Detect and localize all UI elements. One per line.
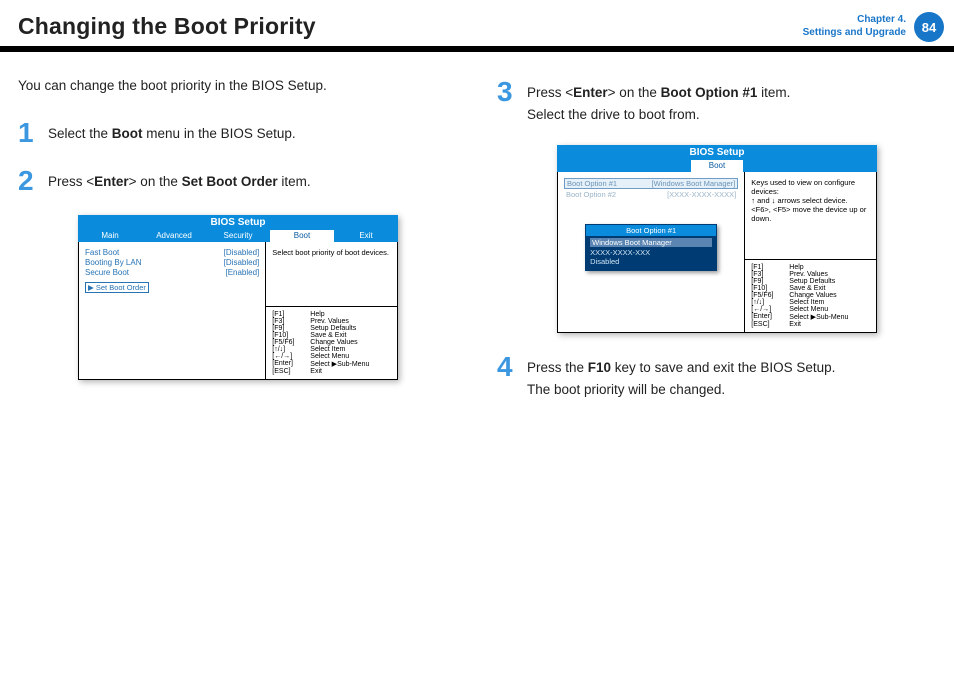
step-3-line2: Select the drive to boot from. (527, 104, 790, 126)
left-column: You can change the boot priority in the … (18, 78, 457, 420)
tab-advanced[interactable]: Advanced (142, 230, 206, 242)
step-1: 1 Select the Boot menu in the BIOS Setup… (18, 119, 457, 147)
intro-text: You can change the boot priority in the … (18, 78, 457, 93)
tab-security[interactable]: Security (206, 230, 270, 242)
bios-title: BIOS Setup (78, 215, 398, 230)
step-number: 1 (18, 119, 38, 147)
page-title: Changing the Boot Priority (18, 13, 316, 40)
set-boot-order-item[interactable]: ▶ Set Boot Order (85, 282, 149, 293)
page-header: Changing the Boot Priority Chapter 4. Se… (0, 0, 954, 52)
content: You can change the boot priority in the … (0, 56, 954, 420)
boot-option-1-row[interactable]: Boot Option #1[Windows Boot Manager] (564, 178, 738, 189)
step-body: Press <Enter> on the Set Boot Order item… (48, 167, 311, 195)
bios-row-fastboot[interactable]: Fast Boot[Disabled] (85, 248, 259, 257)
chapter-line2: Settings and Upgrade (803, 27, 906, 38)
boot-option-popup: Boot Option #1 Windows Boot Manager XXXX… (585, 224, 717, 271)
step-number: 2 (18, 167, 38, 195)
step-body: Press <Enter> on the Boot Option #1 item… (527, 78, 790, 125)
bios-left-panel: Boot Option #1[Windows Boot Manager] Boo… (558, 172, 745, 332)
chapter-box: Chapter 4. Settings and Upgrade 84 (803, 10, 954, 42)
step-4: 4 Press the F10 key to save and exit the… (497, 353, 936, 400)
tab-main[interactable]: Main (78, 230, 142, 242)
bios-left-panel: Fast Boot[Disabled] Booting By LAN[Disab… (79, 242, 266, 379)
page-number-badge: 84 (914, 12, 944, 42)
tab-boot[interactable]: Boot (691, 160, 743, 172)
bios-help-text: Keys used to view on configure devices: … (745, 172, 876, 260)
bios-right-panel: Select boot priority of boot devices. [F… (266, 242, 397, 379)
popup-body: Windows Boot Manager XXXX-XXXX-XXX Disab… (586, 236, 716, 270)
bios-screenshot-2: BIOS Setup Boot Boot Option #1[Windows B… (557, 145, 877, 333)
tab-exit[interactable]: Exit (334, 230, 398, 242)
popup-option-selected[interactable]: Windows Boot Manager (590, 238, 712, 247)
right-column: 3 Press <Enter> on the Boot Option #1 it… (497, 78, 936, 420)
bios-row-lanboot[interactable]: Booting By LAN[Disabled] (85, 258, 259, 267)
popup-option[interactable]: Disabled (590, 257, 712, 266)
step-number: 3 (497, 78, 517, 125)
step-number: 4 (497, 353, 517, 400)
bios-tabs: Boot (557, 160, 877, 172)
step-3: 3 Press <Enter> on the Boot Option #1 it… (497, 78, 936, 125)
bios-body: Fast Boot[Disabled] Booting By LAN[Disab… (78, 242, 398, 380)
chapter-line1: Chapter 4. (857, 14, 906, 25)
bios-key-legend: [F1]Help [F3]Prev. Values [F9]Setup Defa… (266, 307, 397, 379)
bios-body: Boot Option #1[Windows Boot Manager] Boo… (557, 172, 877, 333)
step-4-line2: The boot priority will be changed. (527, 379, 835, 401)
boot-option-2-row[interactable]: Boot Option #2[XXXX-XXXX-XXXX] (564, 190, 738, 199)
bios-help-text: Select boot priority of boot devices. (266, 242, 397, 307)
chapter-label: Chapter 4. Settings and Upgrade (803, 10, 914, 42)
bios-right-panel: Keys used to view on configure devices: … (745, 172, 876, 332)
bios-screenshot-1: BIOS Setup Main Advanced Security Boot E… (78, 215, 398, 380)
popup-option[interactable]: XXXX-XXXX-XXX (590, 248, 712, 257)
bios-key-legend: [F1]Help [F3]Prev. Values [F9]Setup Defa… (745, 260, 876, 332)
tab-boot[interactable]: Boot (270, 230, 334, 242)
step-body: Select the Boot menu in the BIOS Setup. (48, 119, 296, 147)
bios-title: BIOS Setup (557, 145, 877, 160)
step-2: 2 Press <Enter> on the Set Boot Order it… (18, 167, 457, 195)
bios-row-secureboot[interactable]: Secure Boot[Enabled] (85, 268, 259, 277)
step-body: Press the F10 key to save and exit the B… (527, 353, 835, 400)
popup-title: Boot Option #1 (586, 225, 716, 236)
bios-tabs: Main Advanced Security Boot Exit (78, 230, 398, 242)
